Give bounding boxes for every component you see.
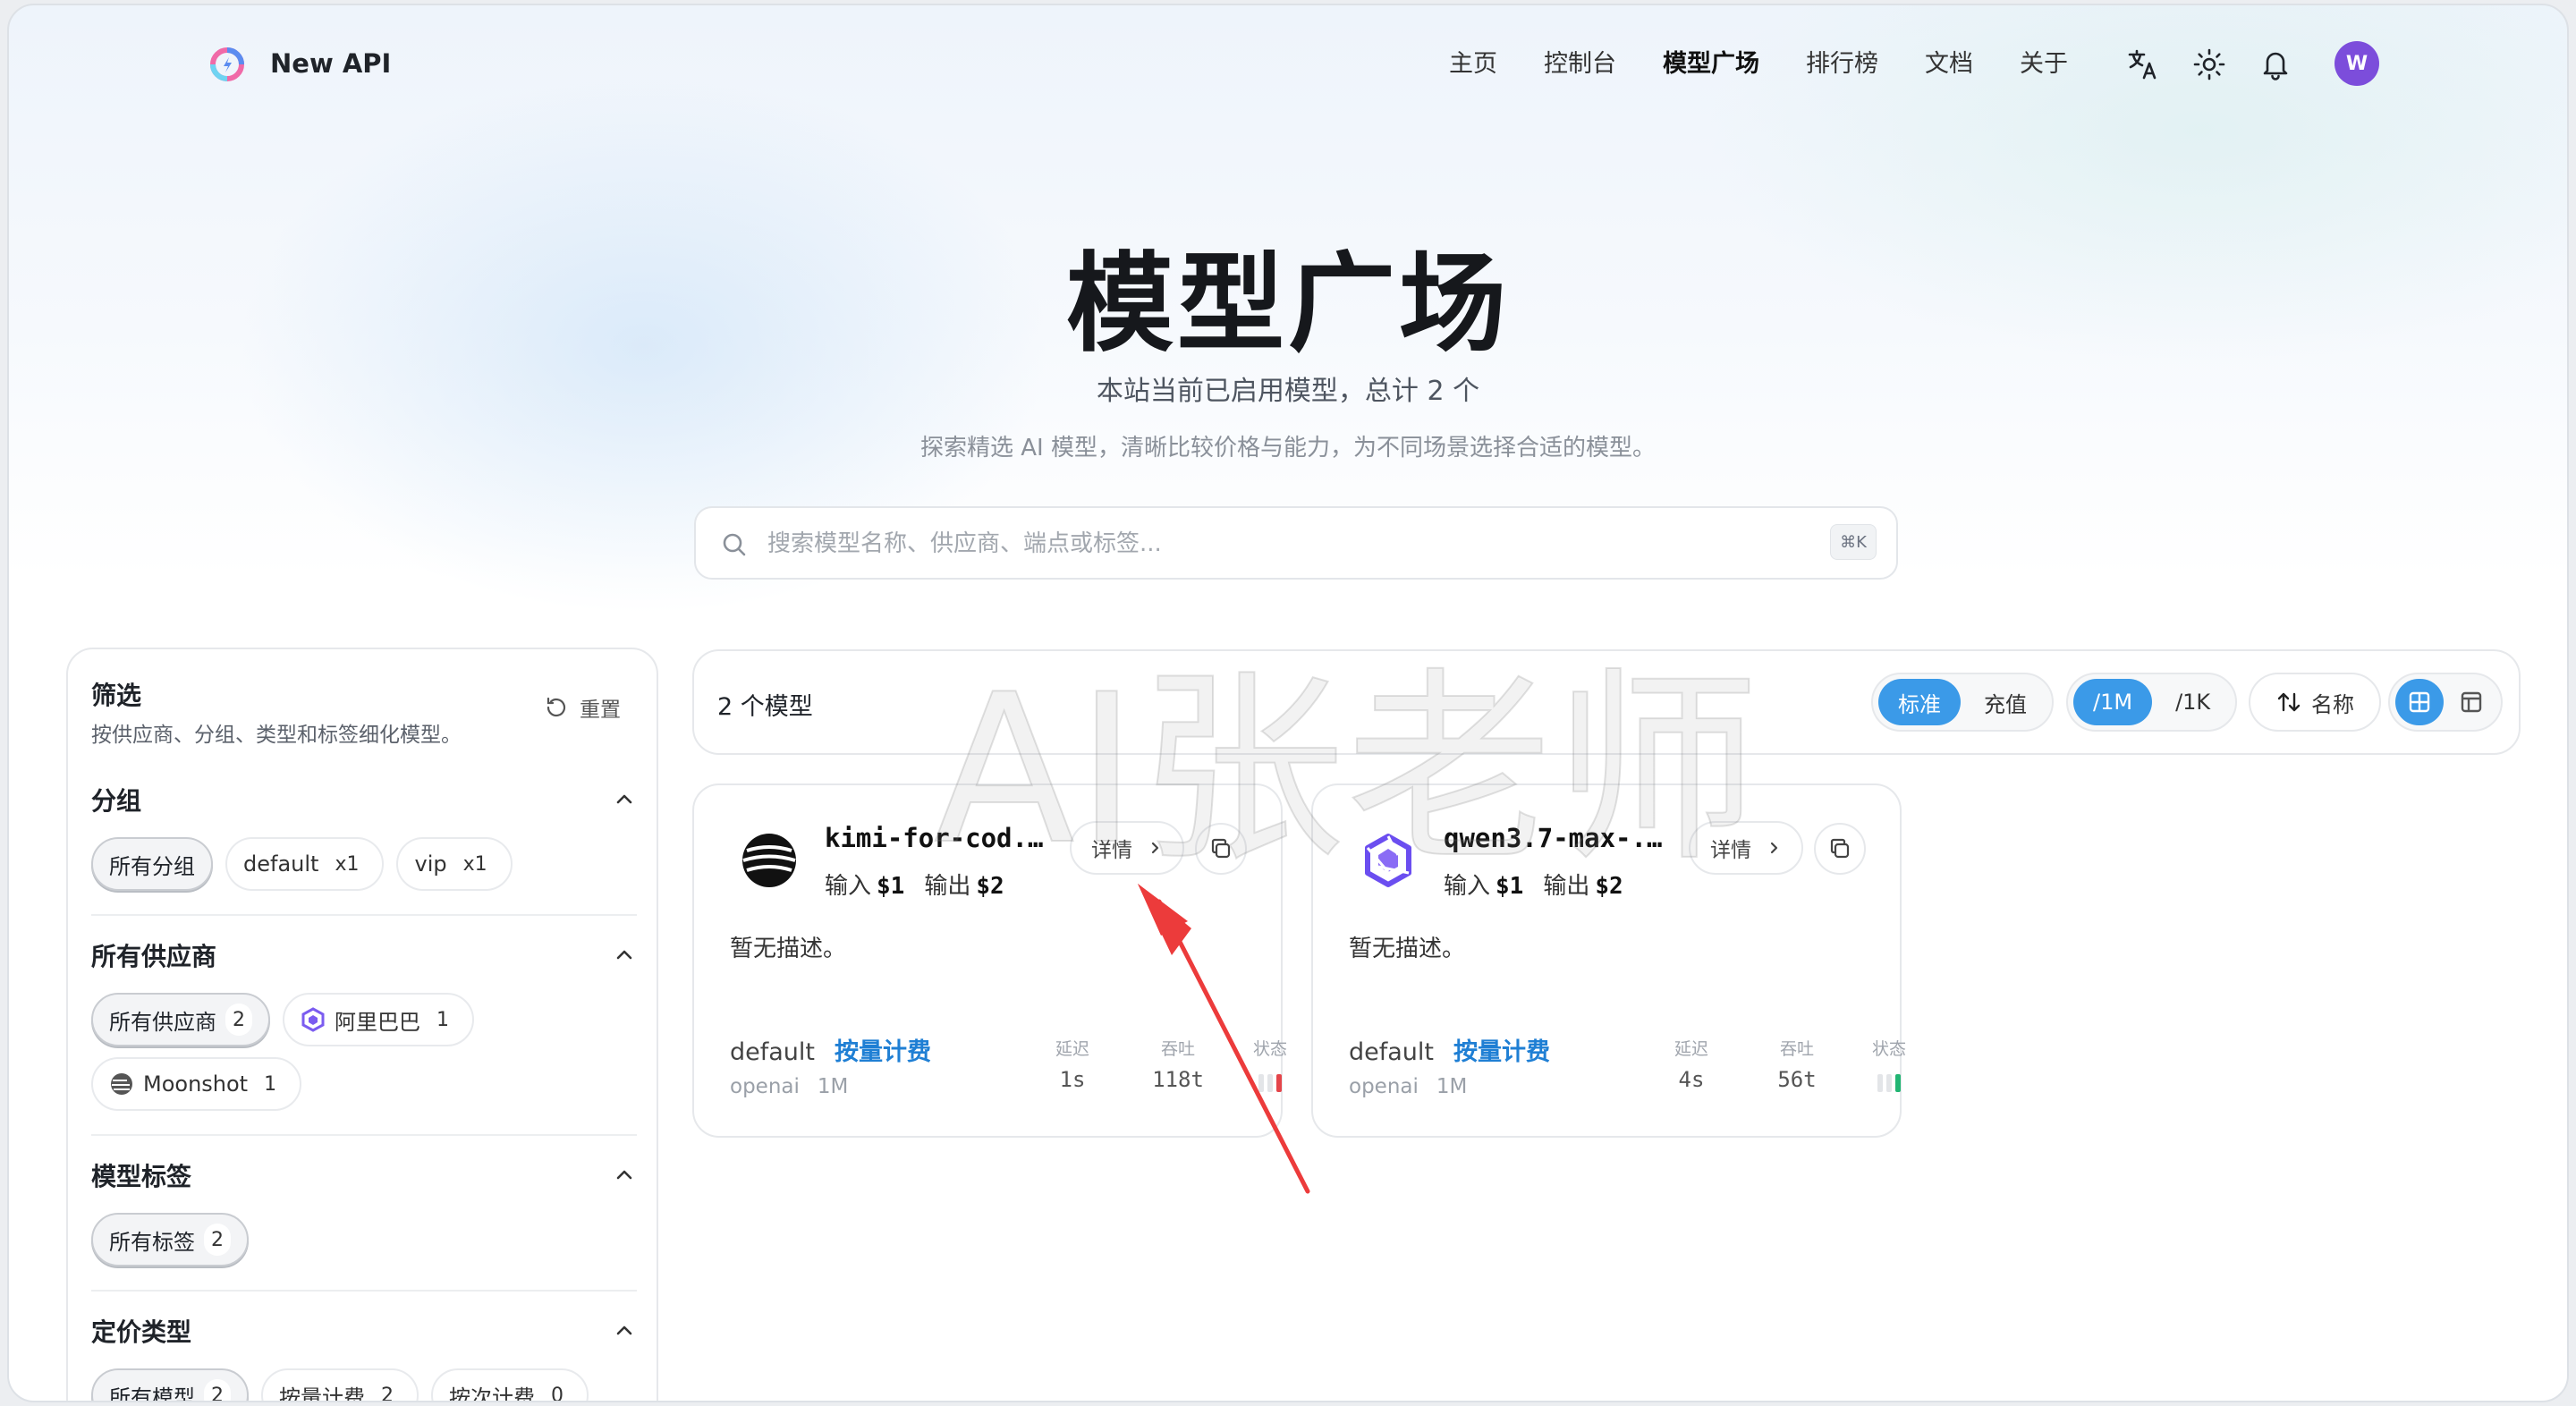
copy-button[interactable] bbox=[1814, 823, 1866, 875]
chip-vendor-moonshot[interactable]: Moonshot 1 bbox=[91, 1057, 302, 1111]
price-mode-toggle: 标准 充值 bbox=[1871, 673, 2054, 732]
section-title: 模型标签 bbox=[91, 1162, 192, 1191]
price-mode-standard[interactable]: 标准 bbox=[1878, 679, 1961, 725]
copy-icon bbox=[1211, 838, 1231, 859]
chip-pricing-per-call[interactable]: 按次计费 0 bbox=[431, 1368, 589, 1401]
page-subtitle: 本站当前已启用模型，总计 2 个 bbox=[1096, 376, 1480, 407]
chevron-right-icon bbox=[1151, 842, 1159, 854]
bell-icon[interactable] bbox=[2256, 45, 2295, 84]
chevron-up-icon[interactable] bbox=[612, 1163, 637, 1188]
unit-toggle: /1M /1K bbox=[2066, 673, 2238, 732]
chip-vendor-all[interactable]: 所有供应商 2 bbox=[91, 993, 270, 1046]
divider bbox=[91, 914, 637, 916]
model-name: qwen3.7-max-... bbox=[1444, 823, 1667, 853]
reset-label: 重置 bbox=[580, 699, 621, 722]
reset-icon bbox=[547, 697, 566, 717]
section-vendor: 所有供应商 所有供应商 2 阿里巴巴 1 Moonshot 1 bbox=[91, 937, 637, 1111]
sort-icon bbox=[2277, 692, 2301, 712]
divider bbox=[91, 1134, 637, 1136]
moonshot-icon bbox=[111, 1073, 132, 1095]
model-card[interactable]: kimi-for-cod... 输入 $1 输出 $2 详情 暂无描述。 defaul… bbox=[692, 783, 1287, 1138]
brand-name[interactable]: New API bbox=[270, 48, 391, 79]
model-group: default 按量计费 bbox=[1349, 1038, 1551, 1066]
divider bbox=[91, 1290, 637, 1292]
model-stats: 延迟 4s 吞吐 56t 状态 bbox=[1660, 1036, 1916, 1092]
chevron-up-icon[interactable] bbox=[612, 1318, 637, 1343]
detail-button[interactable]: 详情 bbox=[1689, 821, 1803, 875]
copy-icon bbox=[1830, 838, 1850, 859]
model-stats: 延迟 1s 吞吐 118t 状态 bbox=[1041, 1036, 1297, 1092]
table-view-icon bbox=[2461, 691, 2482, 713]
section-pricing: 定价类型 所有模型 2 按量计费 2 按次计费 0 bbox=[91, 1313, 637, 1401]
chevron-right-icon bbox=[1770, 842, 1778, 854]
sidebar-title: 筛选 bbox=[91, 681, 142, 710]
app-window: New API 主页 控制台 模型广场 排行榜 文档 关于 W 模型广场 本站当… bbox=[7, 4, 2569, 1402]
top-nav: New API 主页 控制台 模型广场 排行榜 文档 关于 W bbox=[9, 5, 2567, 123]
moonshot-icon bbox=[737, 828, 801, 893]
search-icon bbox=[723, 533, 746, 556]
model-card[interactable]: qwen3.7-max-... 输入 $1 输出 $2 详情 暂无描述。 defaul… bbox=[1311, 783, 1906, 1138]
billing-type: 按量计费 bbox=[835, 1038, 932, 1066]
model-price: 输入 $1 输出 $2 bbox=[1444, 873, 1623, 900]
sun-icon[interactable] bbox=[2190, 45, 2229, 84]
grid-view-button[interactable] bbox=[2395, 679, 2444, 725]
table-view-button[interactable] bbox=[2447, 679, 2496, 725]
nav-link-leaderboard[interactable]: 排行榜 bbox=[1806, 47, 1878, 82]
nav-link-docs[interactable]: 文档 bbox=[1925, 47, 1973, 82]
status-bars bbox=[1862, 1071, 1916, 1092]
chip-group-default[interactable]: default x1 bbox=[225, 837, 385, 891]
nav-link-about[interactable]: 关于 bbox=[2020, 47, 2068, 82]
nav-link-model-market[interactable]: 模型广场 bbox=[1663, 47, 1759, 82]
qwen-icon bbox=[301, 1007, 325, 1032]
chevron-up-icon[interactable] bbox=[612, 787, 637, 812]
unit-per-thousand[interactable]: /1K bbox=[2156, 679, 2230, 725]
reset-button[interactable]: 重置 bbox=[544, 692, 621, 723]
shortcut-badge: ⌘K bbox=[1830, 524, 1877, 560]
chip-pricing-usage[interactable]: 按量计费 2 bbox=[261, 1368, 419, 1401]
model-description: 暂无描述。 bbox=[730, 936, 847, 962]
model-name: kimi-for-cod... bbox=[825, 823, 1048, 853]
translate-icon[interactable] bbox=[2123, 45, 2163, 84]
avatar[interactable]: W bbox=[2334, 41, 2379, 86]
brand-logo-icon[interactable] bbox=[208, 45, 247, 84]
model-description: 暂无描述。 bbox=[1349, 936, 1466, 962]
price-mode-recharge[interactable]: 充值 bbox=[1964, 679, 2046, 725]
nav-link-home[interactable]: 主页 bbox=[1449, 47, 1497, 82]
filter-sidebar: 筛选 按供应商、分组、类型和标签细化模型。 重置 分组 所有分组 default… bbox=[66, 648, 658, 1401]
nav-links: 主页 控制台 模型广场 排行榜 文档 关于 bbox=[1449, 47, 2114, 82]
billing-type: 按量计费 bbox=[1453, 1038, 1551, 1066]
view-toggle bbox=[2388, 673, 2503, 732]
model-group: default 按量计费 bbox=[730, 1038, 932, 1066]
detail-button[interactable]: 详情 bbox=[1070, 821, 1184, 875]
sidebar-description: 按供应商、分组、类型和标签细化模型。 bbox=[91, 724, 462, 747]
section-tags: 模型标签 所有标签 2 bbox=[91, 1157, 637, 1266]
page-title: 模型广场 bbox=[1066, 242, 1510, 367]
chip-pricing-all[interactable]: 所有模型 2 bbox=[91, 1368, 249, 1401]
chip-tag-all[interactable]: 所有标签 2 bbox=[91, 1213, 249, 1266]
section-group: 分组 所有分组 default x1 vip x1 bbox=[91, 782, 637, 891]
section-title: 所有供应商 bbox=[91, 942, 217, 971]
model-count: 2 个模型 bbox=[717, 693, 813, 721]
page-description: 探索精选 AI 模型，清晰比较价格与能力，为不同场景选择合适的模型。 bbox=[920, 435, 1656, 462]
unit-per-million[interactable]: /1M bbox=[2073, 679, 2153, 725]
sort-by-name-button[interactable]: 名称 bbox=[2256, 679, 2374, 725]
section-title: 分组 bbox=[91, 786, 142, 816]
search-bar[interactable]: ⌘K bbox=[694, 506, 1898, 580]
results-toolbar: 2 个模型 标准 充值 /1M /1K 名称 bbox=[692, 649, 2521, 755]
chip-vendor-alibaba[interactable]: 阿里巴巴 1 bbox=[283, 993, 474, 1046]
section-title: 定价类型 bbox=[91, 1317, 192, 1347]
model-meta: openai 1M bbox=[1349, 1075, 1468, 1098]
nav-link-console[interactable]: 控制台 bbox=[1544, 47, 1616, 82]
chip-group-all[interactable]: 所有分组 bbox=[91, 837, 213, 891]
status-bars bbox=[1243, 1071, 1297, 1092]
search-input[interactable] bbox=[767, 524, 1751, 563]
qwen-icon bbox=[1356, 828, 1420, 893]
grid-view-icon bbox=[2409, 691, 2430, 713]
model-price: 输入 $1 输出 $2 bbox=[825, 873, 1004, 900]
chip-group-vip[interactable]: vip x1 bbox=[396, 837, 513, 891]
copy-button[interactable] bbox=[1195, 823, 1247, 875]
chevron-up-icon[interactable] bbox=[612, 943, 637, 968]
model-meta: openai 1M bbox=[730, 1075, 849, 1098]
sort-control: 名称 bbox=[2249, 673, 2381, 732]
